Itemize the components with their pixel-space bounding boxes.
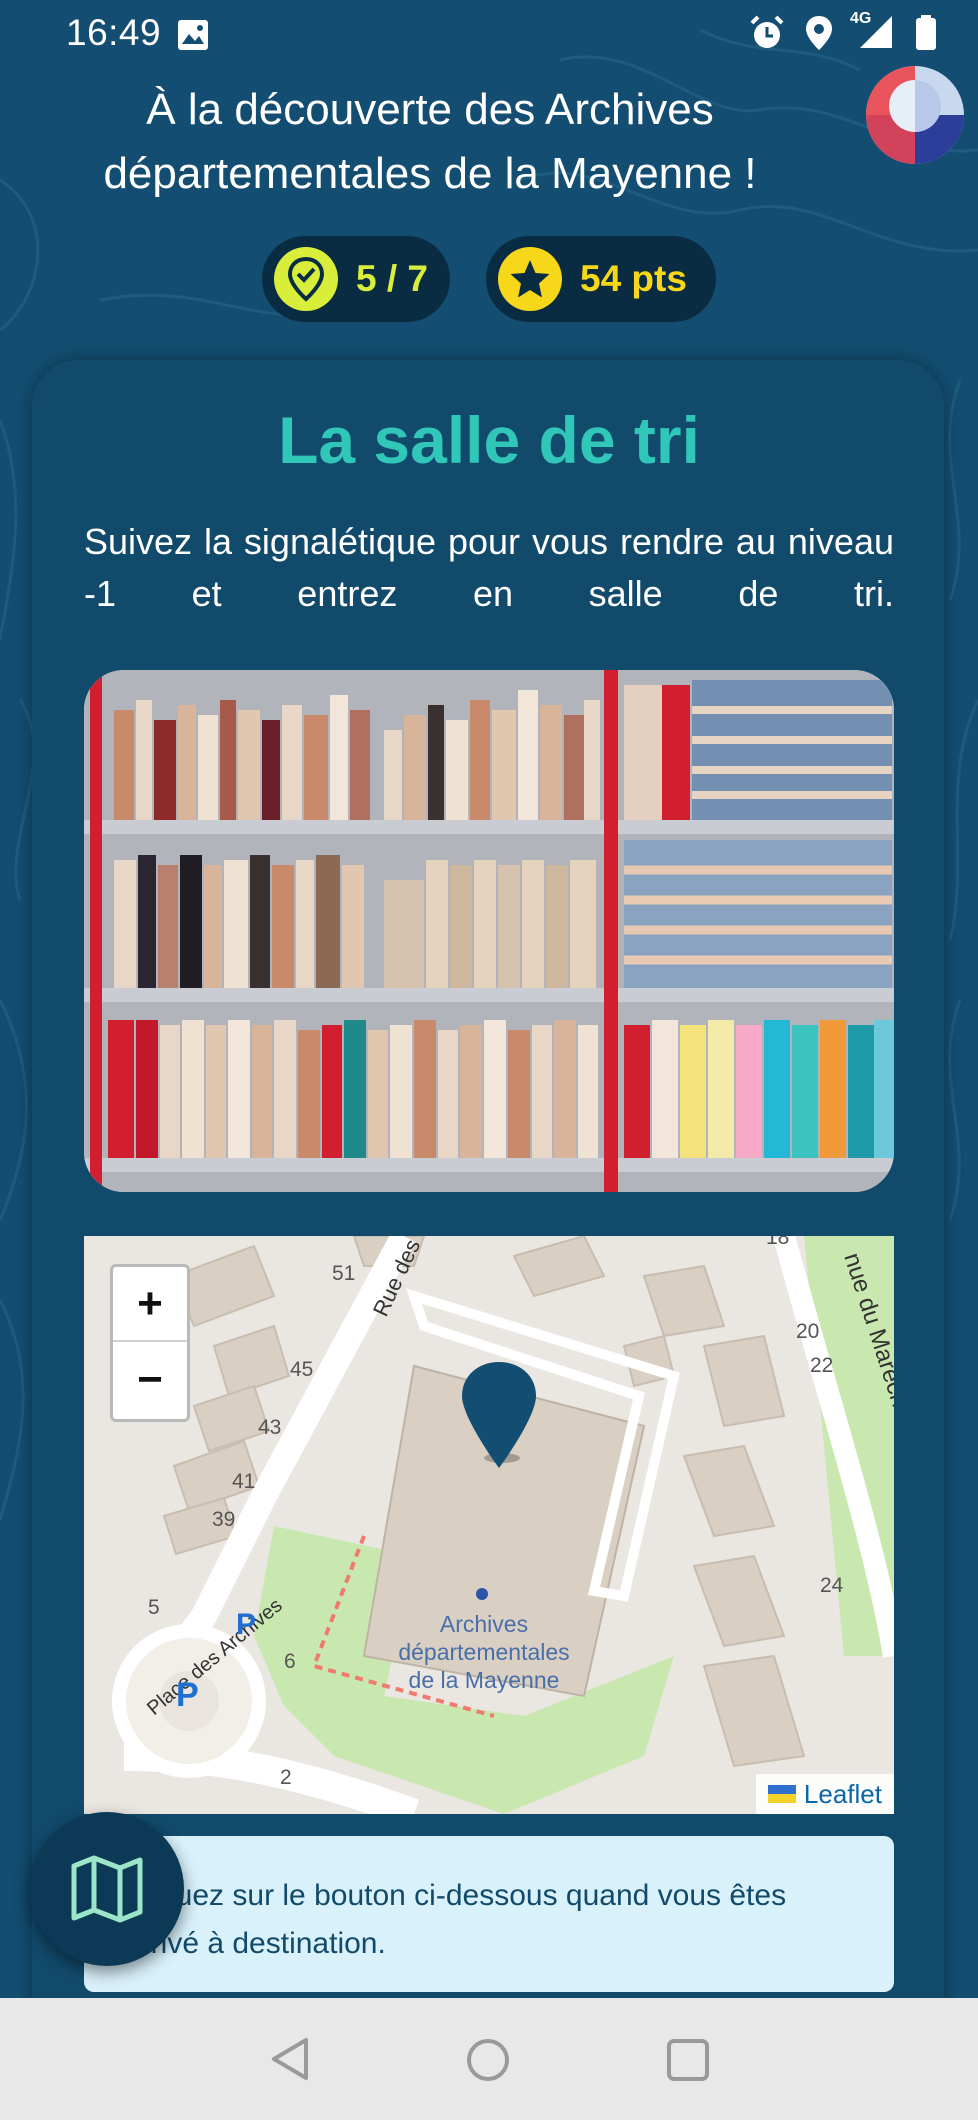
step-photo (84, 670, 894, 1192)
recents-icon[interactable] (666, 2038, 710, 2082)
map-icon (71, 1855, 143, 1923)
map-attribution[interactable]: Leaflet (755, 1774, 894, 1814)
ukraine-flag-icon (767, 1785, 796, 1803)
svg-text:5: 5 (148, 1596, 160, 1619)
svg-text:51: 51 (332, 1262, 355, 1285)
status-bar: 16:49 4G (0, 0, 978, 70)
svg-text:45: 45 (290, 1358, 313, 1381)
gallery-icon (176, 18, 210, 57)
network-type: 4G (850, 10, 872, 27)
progress-count: 5 / 7 (356, 258, 428, 299)
points-badge: 54 pts (486, 236, 716, 322)
zoom-out-button[interactable]: − (113, 1342, 187, 1417)
location-check-icon (274, 247, 338, 311)
info-message: Cliquez sur le bouton ci-dessous quand v… (84, 1836, 894, 1992)
signal-icon: 4G (850, 10, 896, 57)
svg-text:départementales: départementales (398, 1639, 569, 1665)
system-nav-bar (0, 1998, 978, 2120)
svg-text:43: 43 (258, 1416, 281, 1439)
attribution-link[interactable]: Leaflet (804, 1779, 882, 1810)
progress-badge: 5 / 7 (262, 236, 450, 322)
svg-text:Archives: Archives (440, 1611, 528, 1637)
zoom-in-button[interactable]: + (113, 1267, 187, 1342)
svg-text:20: 20 (796, 1320, 819, 1343)
battery-icon (914, 14, 938, 57)
back-icon[interactable] (268, 2036, 314, 2082)
map-view[interactable]: Archives départementales de la Mayenne R… (84, 1236, 894, 1814)
step-title: La salle de tri (278, 403, 700, 477)
zoom-control: + − (110, 1264, 190, 1422)
svg-text:39: 39 (212, 1508, 235, 1531)
svg-text:2: 2 (280, 1766, 292, 1789)
info-text: Cliquez sur le bouton ci-dessous quand v… (124, 1879, 787, 1960)
svg-text:de la Mayenne: de la Mayenne (409, 1667, 560, 1693)
svg-text:41: 41 (232, 1470, 255, 1493)
map-toggle-button[interactable] (30, 1812, 184, 1966)
app-title: À la découverte des Archives département… (103, 85, 757, 198)
points-count: 54 pts (580, 258, 687, 299)
bike-parking-icon: P (236, 1608, 256, 1641)
star-icon (498, 247, 562, 311)
alarm-icon (748, 14, 786, 57)
avatar[interactable] (866, 66, 964, 164)
parking-icon: P (176, 1676, 199, 1714)
svg-text:22: 22 (810, 1354, 833, 1377)
svg-text:6: 6 (284, 1650, 296, 1673)
status-time: 16:49 (66, 12, 162, 53)
svg-text:18: 18 (766, 1236, 789, 1249)
step-description: Suivez la signalétique pour vous rendre … (84, 521, 894, 614)
location-icon (804, 14, 834, 57)
svg-text:24: 24 (820, 1574, 844, 1597)
home-icon[interactable] (466, 2038, 510, 2082)
